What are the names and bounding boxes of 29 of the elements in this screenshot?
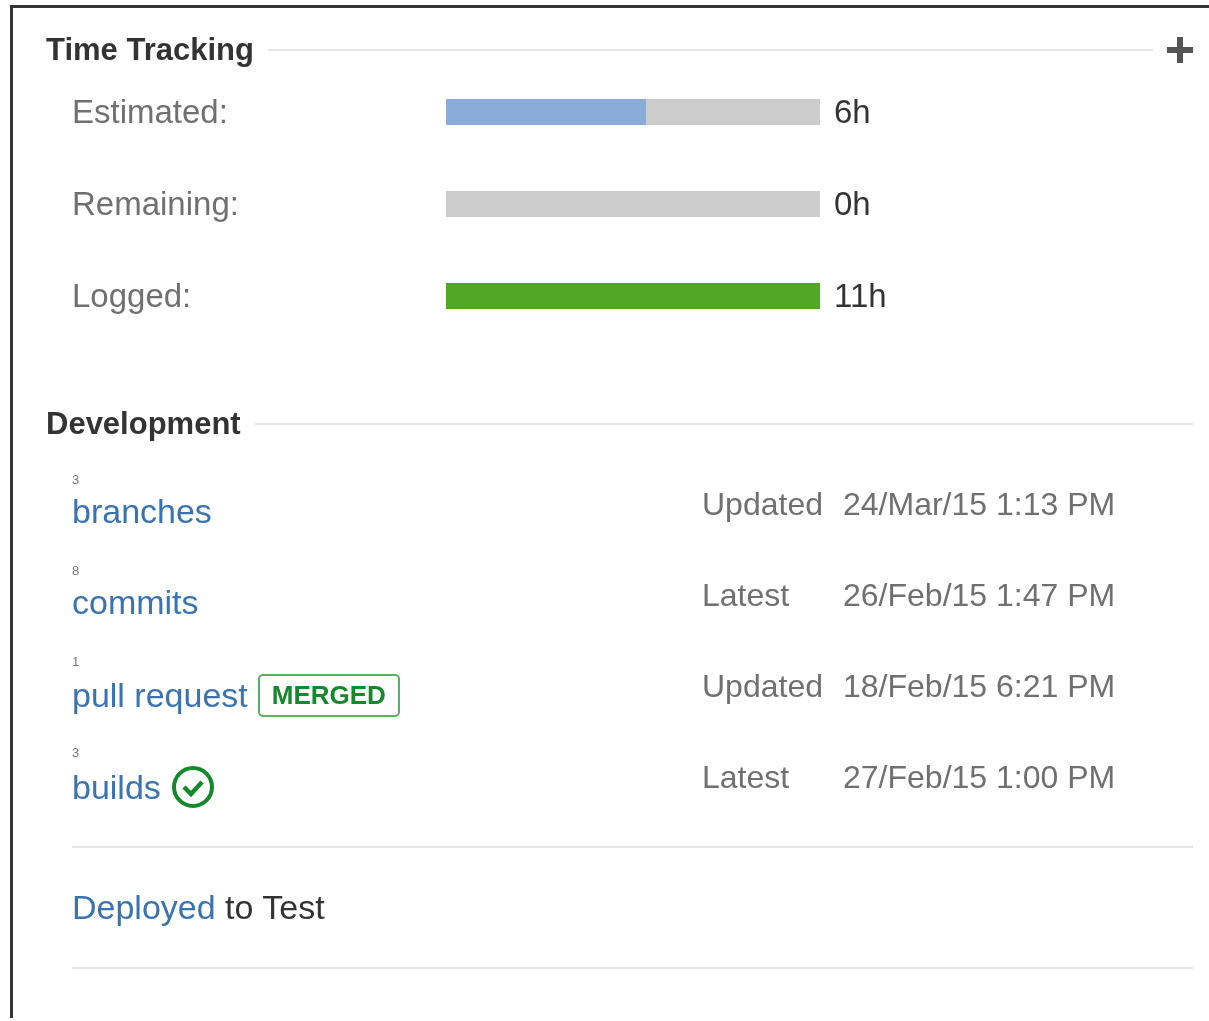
count: 1 — [72, 654, 80, 670]
section-title: Development — [46, 406, 241, 442]
deployment-text: Deployed to Test — [72, 888, 325, 926]
date-text: 26/Feb/15 1:47 PM — [843, 577, 1116, 615]
date-text: 27/Feb/15 1:00 PM — [843, 759, 1116, 797]
count: 8 — [72, 563, 80, 579]
count: 3 — [72, 745, 80, 761]
development-link[interactable]: branches — [72, 492, 212, 531]
development-link[interactable]: commits — [72, 583, 199, 622]
section-title: Time Tracking — [46, 32, 254, 68]
time-value: 6h — [834, 93, 871, 131]
time-label: Logged: — [72, 277, 193, 315]
check-circle-icon — [170, 765, 215, 809]
date-text: 24/Mar/15 1:13 PM — [843, 486, 1116, 524]
development-link[interactable]: builds — [72, 767, 161, 807]
status-label: Updated — [702, 486, 824, 524]
time-label: Estimated: — [72, 93, 229, 131]
time-value: 11h — [834, 277, 887, 315]
deployed-link[interactable]: Deployed — [72, 888, 216, 926]
status-lozenge: MERGED — [257, 674, 400, 717]
status-label: Updated — [702, 668, 824, 706]
status-label: Latest — [702, 577, 791, 615]
status-label: Latest — [702, 759, 791, 797]
count: 3 — [72, 472, 80, 488]
date-text: 18/Feb/15 6:21 PM — [843, 668, 1116, 706]
time-label: Remaining: — [72, 185, 240, 223]
development-link[interactable]: pull request — [72, 676, 248, 715]
plus-icon[interactable] — [1167, 37, 1193, 63]
time-value: 0h — [834, 185, 871, 223]
